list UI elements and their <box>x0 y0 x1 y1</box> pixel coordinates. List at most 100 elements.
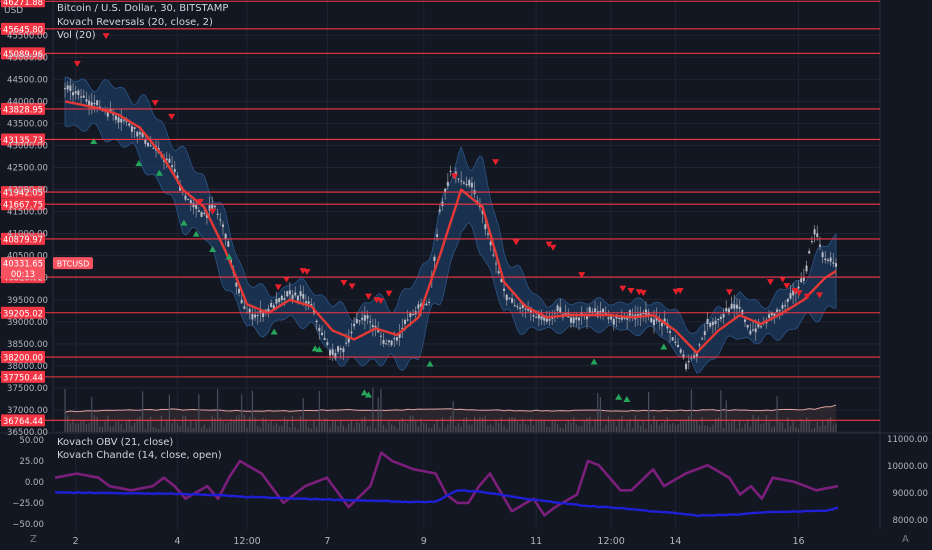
price-bar-body <box>329 349 332 356</box>
timezone-toggle-icon[interactable]: Z <box>30 534 37 545</box>
legend-kovach-obv[interactable]: Kovach OBV (21, close) <box>57 437 173 448</box>
price-bar-body <box>644 309 647 315</box>
price-bar-body <box>719 316 722 320</box>
price-bar-body <box>130 126 133 132</box>
time-tick-label: 2 <box>73 536 79 547</box>
price-bar-body <box>810 241 813 243</box>
price-bar-body <box>532 315 535 317</box>
price-bar-body <box>735 304 738 309</box>
price-bar-body <box>503 288 506 291</box>
last-price-label: 40331.65 <box>3 259 43 269</box>
price-bar-body <box>808 250 811 254</box>
price-bar-body <box>288 290 291 295</box>
price-bar-body <box>417 304 420 309</box>
price-bar-body <box>709 322 712 327</box>
price-bar-body <box>278 298 281 302</box>
price-bar-body <box>743 319 746 322</box>
price-bar-body <box>687 360 690 363</box>
price-bar-body <box>578 317 580 321</box>
price-bar-body <box>203 212 206 214</box>
price-bar-body <box>631 314 634 316</box>
price-tick-label: 44000.00 <box>7 97 48 107</box>
price-bar-body <box>128 123 131 126</box>
price-bar-body <box>195 205 198 209</box>
auto-scale-toggle-icon[interactable]: A <box>902 534 909 545</box>
price-bar-body <box>674 341 677 343</box>
price-bar-body <box>256 314 259 316</box>
price-bar-body <box>829 257 832 262</box>
legend-kovach-reversals[interactable]: Kovach Reversals (20, close, 2) <box>57 17 213 28</box>
price-bar-body <box>484 224 487 230</box>
chart-background <box>0 0 932 550</box>
price-bar-body <box>331 349 334 355</box>
price-bar-body <box>730 303 733 309</box>
price-bar-body <box>489 241 492 246</box>
bar-countdown-label: 00:13 <box>11 269 35 279</box>
price-bar-body <box>114 115 117 120</box>
price-bar-body <box>227 241 230 247</box>
price-bar-body <box>144 139 147 144</box>
price-bar-body <box>826 259 829 261</box>
price-bar-body <box>671 337 674 341</box>
price-bar-body <box>299 291 302 297</box>
price-bar-body <box>460 180 463 182</box>
price-bar-body <box>425 303 428 306</box>
right-osc-tick-label: 9000.00 <box>892 489 928 499</box>
price-bar-body <box>677 344 680 348</box>
price-bar-body <box>171 165 174 168</box>
price-bar-body <box>385 343 388 345</box>
price-bar-body <box>462 182 465 184</box>
price-tick-label: 45000.00 <box>7 53 48 63</box>
price-bar-body <box>495 263 498 265</box>
chart-title[interactable]: Bitcoin / U.S. Dollar, 30, BITSTAMP <box>57 3 228 14</box>
price-bar-body <box>524 308 527 310</box>
time-tick-label: 14 <box>669 536 681 547</box>
price-bar-body <box>286 291 289 297</box>
price-bar-body <box>146 142 149 147</box>
price-bar-body <box>701 338 704 340</box>
price-bar-body <box>725 307 728 312</box>
price-bar-body <box>403 319 406 324</box>
price-bar-body <box>82 95 85 98</box>
price-bar-body <box>722 314 725 318</box>
price-bar-body <box>752 329 755 331</box>
price-bar-body <box>516 306 519 308</box>
price-tick-label: 43500.00 <box>7 119 48 129</box>
price-bar-body <box>302 294 305 299</box>
price-bar-body <box>350 331 353 334</box>
right-osc-tick-label: 8000.00 <box>892 516 928 526</box>
price-bar-body <box>387 340 390 343</box>
price-tick-label: 43000.00 <box>7 141 48 151</box>
price-bar-body <box>468 180 471 186</box>
left-osc-tick-label: −25.00 <box>12 499 44 509</box>
price-bar-body <box>200 212 203 217</box>
price-bar-body <box>291 294 294 300</box>
price-bar-body <box>243 306 246 309</box>
price-bar-body <box>711 321 714 326</box>
price-bar-body <box>513 305 516 307</box>
price-bar-body <box>749 330 752 335</box>
price-bar-body <box>486 233 489 235</box>
price-bar-body <box>818 244 821 247</box>
price-bar-body <box>548 319 551 321</box>
price-tick-label: 45500.00 <box>7 31 48 41</box>
price-bar-body <box>575 317 578 320</box>
price-tick-label: 38000.00 <box>7 362 48 372</box>
legend-volume[interactable]: Vol (20) <box>57 30 96 41</box>
price-bar-body <box>318 327 321 332</box>
price-bar-body <box>361 317 364 320</box>
price-bar-body <box>703 331 706 336</box>
left-osc-tick-label: −50.00 <box>12 520 44 530</box>
price-bar-body <box>492 254 495 256</box>
legend-kovach-chande[interactable]: Kovach Chande (14, close, open) <box>57 450 222 461</box>
price-tick-label: 42500.00 <box>7 164 48 174</box>
price-bar-body <box>789 293 792 299</box>
time-tick-label: 11 <box>530 536 542 547</box>
price-bar-body <box>650 317 653 323</box>
price-bar-body <box>315 320 318 323</box>
price-bar-body <box>122 119 125 121</box>
price-bar-body <box>64 88 66 90</box>
price-bar-body <box>612 319 615 325</box>
price-bar-body <box>465 184 468 186</box>
price-bar-body <box>197 210 200 212</box>
